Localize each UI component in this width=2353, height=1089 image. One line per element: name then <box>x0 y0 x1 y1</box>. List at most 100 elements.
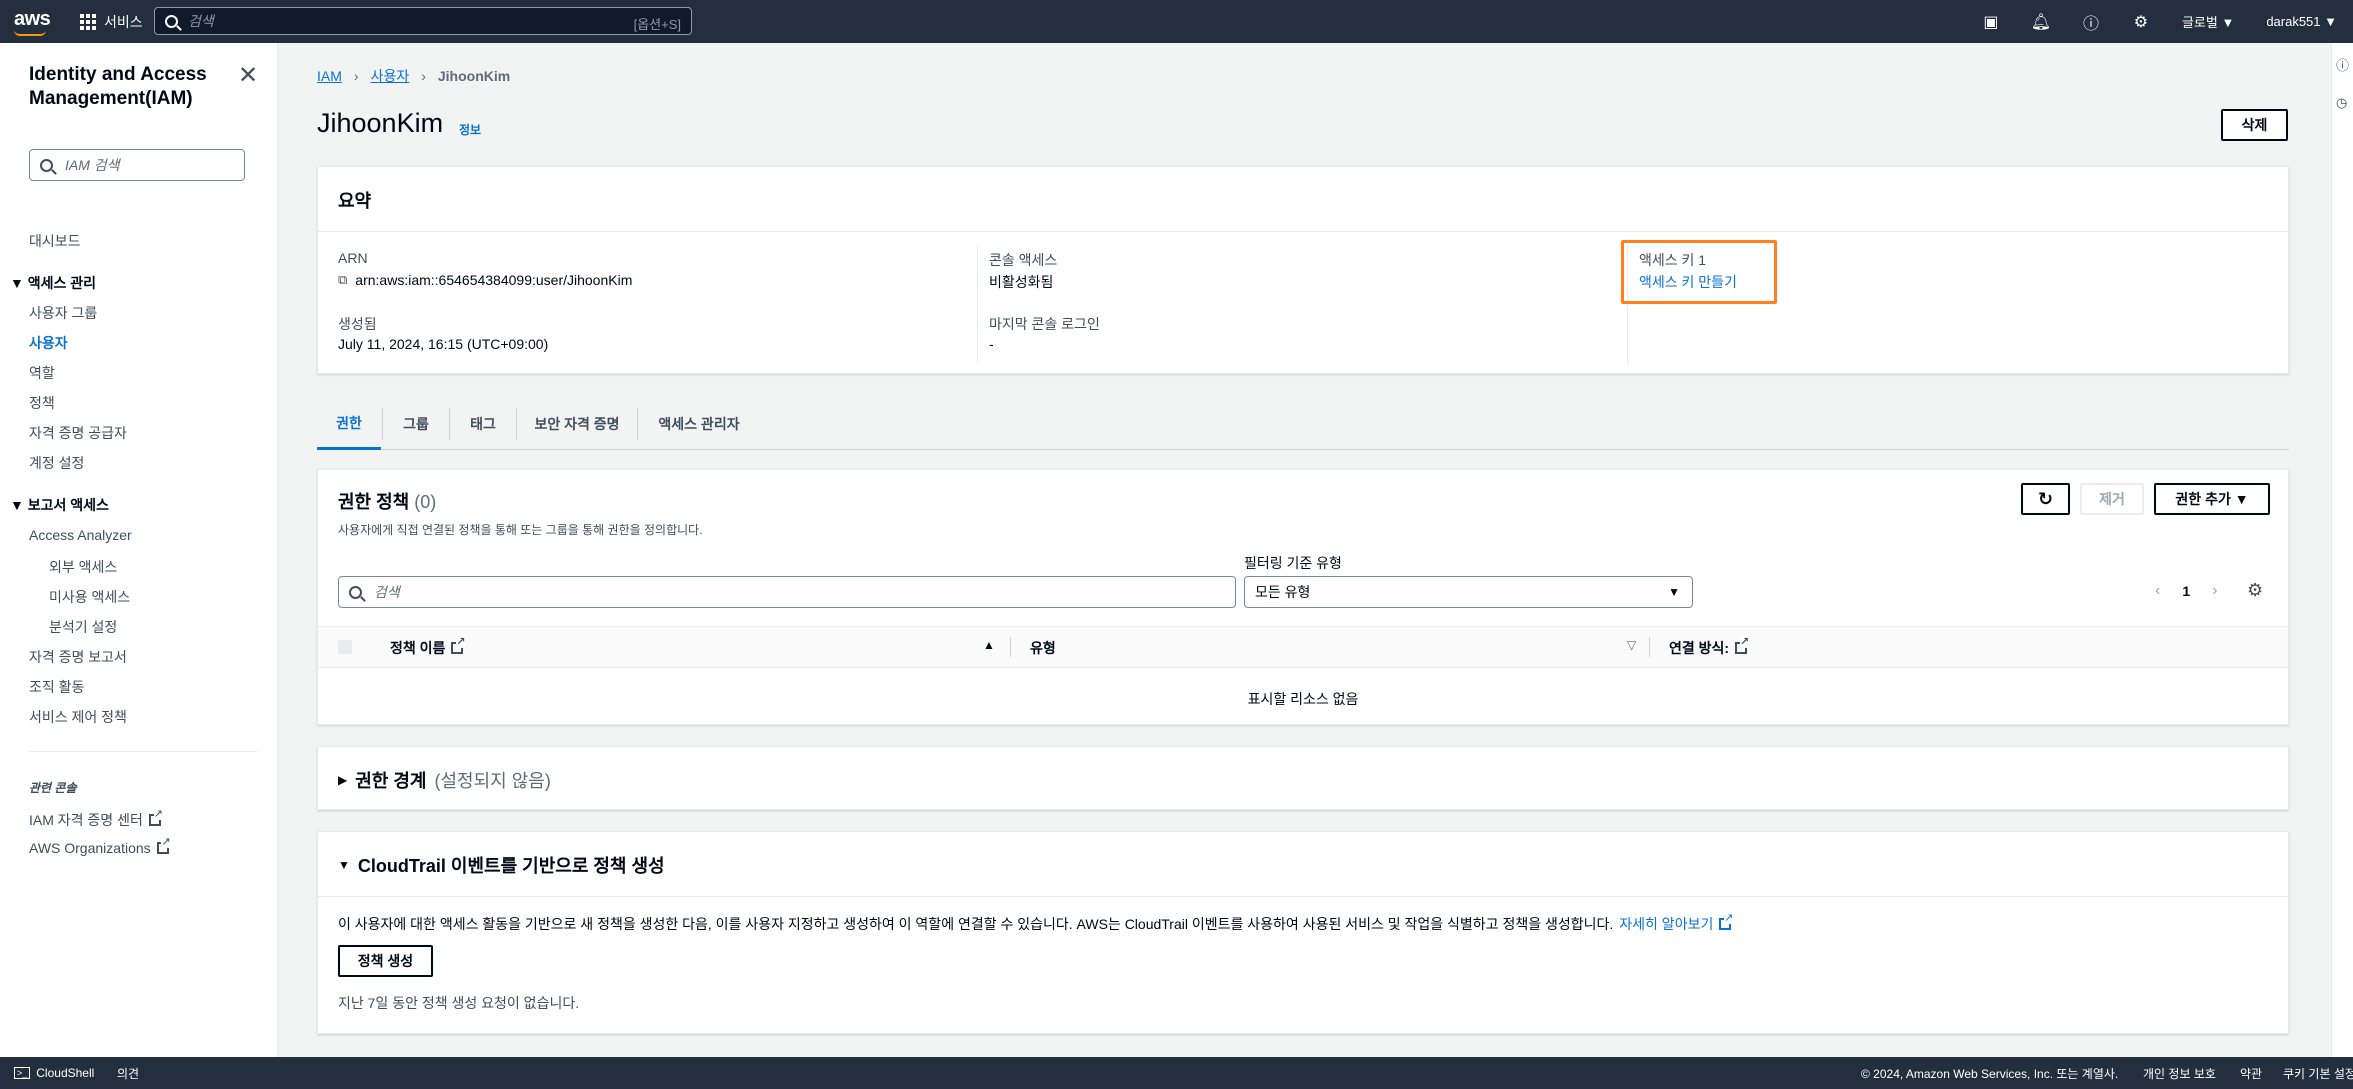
aws-logo[interactable]: aws <box>14 8 51 31</box>
cookie-preferences-link[interactable]: 쿠키 기본 설정 <box>2283 1065 2353 1082</box>
sort-icon[interactable]: ▽ <box>1627 638 1636 652</box>
external-link-icon <box>1735 637 1750 654</box>
services-menu-button[interactable]: 서비스 <box>80 12 143 32</box>
created-label: 생성됨 <box>338 316 377 332</box>
sidebar-item-scp[interactable]: 서비스 제어 정책 <box>29 707 127 727</box>
feedback-link[interactable]: 의견 <box>117 1065 139 1082</box>
close-icon[interactable]: ✕ <box>238 61 258 90</box>
permission-policies-title: 권한 정책 (0) <box>338 492 437 512</box>
aws-logo-smile <box>14 30 46 36</box>
sidebar-item-access-analyzer[interactable]: Access Analyzer <box>29 527 132 543</box>
sidebar-item-roles[interactable]: 역할 <box>29 363 55 383</box>
permissions-boundary-header[interactable]: ▶ 권한 경계 (설정되지 않음) <box>338 767 551 793</box>
sidebar-section-access-management[interactable]: ▼ 액세스 관리 <box>10 273 96 293</box>
global-search-input[interactable]: 검색 [옵션+S] <box>154 7 692 35</box>
external-link-icon <box>148 809 163 826</box>
info-icon[interactable]: ⓘ <box>2336 55 2349 74</box>
summary-panel: 요약 ARN ⧉ arn:aws:iam::654654384099:user/J… <box>317 166 2289 374</box>
column-policy-name[interactable]: 정책 이름 <box>390 637 466 658</box>
current-page[interactable]: 1 <box>2182 583 2190 599</box>
privacy-link[interactable]: 개인 정보 보호 <box>2143 1065 2216 1082</box>
learn-more-link[interactable]: 자세히 알아보기 <box>1619 914 1713 934</box>
permissions-boundary-panel[interactable]: ▶ 권한 경계 (설정되지 않음) <box>317 746 2289 810</box>
tab-bar: 권한 그룹 태그 보안 자격 증명 액세스 관리자 <box>317 398 2289 450</box>
help-icon[interactable]: ⓘ <box>2066 10 2116 34</box>
remove-button[interactable]: 제거 <box>2080 483 2144 515</box>
policy-search-input[interactable]: 검색 <box>338 576 1236 608</box>
cloudshell-button[interactable]: >_ CloudShell <box>14 1066 94 1080</box>
console-access-label: 콘솔 액세스 <box>989 252 1058 268</box>
cloudtrail-panel-header[interactable]: ▼ CloudTrail 이벤트를 기반으로 정책 생성 <box>338 852 665 878</box>
cloudshell-icon: >_ <box>14 1067 31 1079</box>
console-access-value: 비활성화됨 <box>989 274 1054 290</box>
bell-icon[interactable]: 🔔︎ <box>2016 12 2066 32</box>
sidebar-item-identity-center[interactable]: IAM 자격 증명 센터 <box>29 809 163 830</box>
sidebar-item-user-groups[interactable]: 사용자 그룹 <box>29 303 97 323</box>
sidebar-item-policies[interactable]: 정책 <box>29 393 55 413</box>
history-icon[interactable]: ◷ <box>2336 95 2347 111</box>
sidebar-item-dashboard[interactable]: 대시보드 <box>29 231 81 251</box>
caret-down-icon: ▼ <box>1668 585 1680 599</box>
footer: >_ CloudShell 의견 © 2024, Amazon Web Servi… <box>0 1057 2353 1089</box>
sidebar-item-identity-providers[interactable]: 자격 증명 공급자 <box>29 423 127 443</box>
sidebar-section-access-reports[interactable]: ▼ 보고서 액세스 <box>10 495 109 515</box>
summary-divider <box>318 231 2288 232</box>
tab-security-credentials[interactable]: 보안 자격 증명 <box>517 398 637 450</box>
sidebar-item-organizations[interactable]: AWS Organizations <box>29 837 171 856</box>
caret-down-icon: ▼ <box>10 275 28 291</box>
breadcrumb-current: JihoonKim <box>437 68 511 84</box>
next-page-icon[interactable]: › <box>2212 582 2217 600</box>
cloudtrail-note: 지난 7일 동안 정책 생성 요청이 없습니다. <box>338 995 580 1011</box>
delete-button[interactable]: 삭제 <box>2221 109 2288 141</box>
iam-search-input[interactable]: IAM 검색 <box>29 149 245 181</box>
filter-type-value: 모든 유형 <box>1255 584 1311 600</box>
cloudshell-icon[interactable]: ▣ <box>1966 12 2016 32</box>
region-selector[interactable]: 글로벌 ▼ <box>2166 12 2250 31</box>
breadcrumb-iam[interactable]: IAM <box>317 68 342 84</box>
tab-tags[interactable]: 태그 <box>450 398 516 450</box>
sort-ascending-icon[interactable]: ▲ <box>983 638 995 652</box>
top-navigation: aws 서비스 검색 [옵션+S] ▣ 🔔︎ ⓘ ⚙ 글로벌 ▼ darak55… <box>0 0 2353 43</box>
account-menu[interactable]: darak551 ▼ <box>2250 14 2353 29</box>
terms-link[interactable]: 약관 <box>2240 1065 2262 1082</box>
column-attached-via[interactable]: 연결 방식: <box>1669 637 1750 658</box>
sidebar-title: Identity and Access Management(IAM) <box>29 64 207 109</box>
related-consoles-heading: 관련 콘솔 <box>29 781 77 795</box>
tab-access-advisor[interactable]: 액세스 관리자 <box>638 398 760 450</box>
cloudtrail-policy-panel: ▼ CloudTrail 이벤트를 기반으로 정책 생성 이 사용자에 대한 액… <box>317 831 2289 1034</box>
gear-icon[interactable]: ⚙ <box>2116 12 2166 32</box>
tab-groups[interactable]: 그룹 <box>383 398 449 450</box>
arn-label: ARN <box>338 250 368 266</box>
column-divider <box>977 245 978 363</box>
sidebar-item-unused-access[interactable]: 미사용 액세스 <box>49 587 130 607</box>
info-link[interactable]: 정보 <box>459 121 481 138</box>
created-value: July 11, 2024, 16:15 (UTC+09:00) <box>338 336 549 352</box>
filter-type-label: 필터링 기준 유형 <box>1244 555 1342 571</box>
table-header <box>318 626 2288 668</box>
caret-right-icon: ▶ <box>338 773 348 787</box>
sidebar-item-analyzer-settings[interactable]: 분석기 설정 <box>49 617 117 637</box>
copy-icon[interactable]: ⧉ <box>338 272 347 288</box>
filter-type-select[interactable]: 모든 유형 ▼ <box>1244 576 1693 608</box>
chevron-right-icon: › <box>421 68 426 84</box>
sidebar-item-organization-activity[interactable]: 조직 활동 <box>29 677 84 697</box>
column-type[interactable]: 유형 <box>1030 638 1056 658</box>
gear-icon[interactable]: ⚙ <box>2247 580 2263 601</box>
breadcrumb-users[interactable]: 사용자 <box>371 66 410 86</box>
previous-page-icon[interactable]: ‹ <box>2155 582 2160 600</box>
refresh-icon: ↻ <box>2037 488 2054 509</box>
sidebar-item-credential-report[interactable]: 자격 증명 보고서 <box>29 647 127 667</box>
tab-permissions[interactable]: 권한 <box>317 398 381 450</box>
caret-down-icon: ▼ <box>338 858 350 872</box>
sidebar-item-external-access[interactable]: 외부 액세스 <box>49 557 117 577</box>
sidebar-item-users[interactable]: 사용자 <box>29 333 68 353</box>
sidebar-item-account-settings[interactable]: 계정 설정 <box>29 453 84 473</box>
pagination: ‹ 1 › <box>2155 582 2217 600</box>
select-all-checkbox[interactable] <box>338 640 352 654</box>
right-utility-rail: ⓘ ◷ <box>2331 43 2353 1057</box>
copyright-text: © 2024, Amazon Web Services, Inc. 또는 계열사… <box>1861 1066 2119 1081</box>
add-permissions-button[interactable]: 권한 추가 ▼ <box>2154 483 2270 515</box>
generate-policy-button[interactable]: 정책 생성 <box>338 945 433 977</box>
refresh-button[interactable]: ↻ <box>2021 483 2070 515</box>
search-icon <box>165 14 178 28</box>
